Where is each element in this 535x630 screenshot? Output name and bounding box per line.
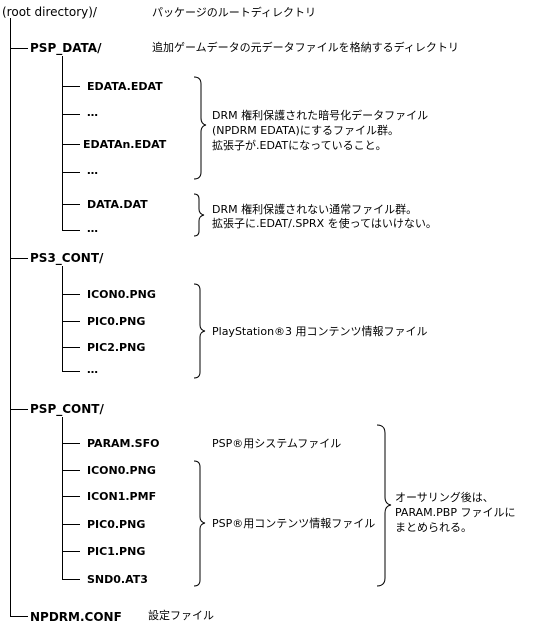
psp-content-description: PSP®用コンテンツ情報ファイル xyxy=(212,517,376,530)
file-icon0-png: ICON0.PNG xyxy=(87,464,156,477)
file-icon1-pmf: ICON1.PMF xyxy=(87,490,157,503)
file-pic2-png: PIC2.PNG xyxy=(87,341,146,354)
file-ellipsis: … xyxy=(87,164,98,177)
authoring-note-line-1: オーサリング後は、 xyxy=(395,491,494,504)
root-directory-label: (root directory)/ xyxy=(2,5,97,19)
file-snd0-at3: SND0.AT3 xyxy=(87,573,148,586)
file-pic0-png: PIC0.PNG xyxy=(87,518,146,531)
drm-encrypted-description-line-1: DRM 権利保護された暗号化データファイル xyxy=(212,109,429,122)
file-data-dat: DATA.DAT xyxy=(87,198,148,211)
npdrm-conf-file: NPDRM.CONF xyxy=(30,610,122,624)
file-ellipsis: … xyxy=(87,106,98,119)
plain-files-description-line-1: DRM 権利保護されない通常ファイル群。 xyxy=(212,203,418,216)
drm-encrypted-description-line-2: (NPDRM EDATA)にするファイル群。 xyxy=(212,124,399,137)
brace-psp-content xyxy=(193,460,206,587)
npdrm-conf-description: 設定ファイル xyxy=(148,609,214,622)
file-param-sfo: PARAM.SFO xyxy=(87,437,160,450)
file-icon0-png: ICON0.PNG xyxy=(87,288,156,301)
ps3-content-description: PlayStation®3 用コンテンツ情報ファイル xyxy=(212,325,428,338)
file-ellipsis: … xyxy=(87,363,98,376)
file-ellipsis: … xyxy=(87,222,98,235)
brace-plain-files xyxy=(193,193,205,237)
plain-files-description-line-2: 拡張子に.EDAT/.SPRX を使ってはいけない。 xyxy=(212,217,437,230)
drm-encrypted-description-line-3: 拡張子が.EDATになっていること。 xyxy=(212,139,387,152)
authoring-note-line-3: まとめられる。 xyxy=(395,521,472,534)
file-edatan: EDATAn.EDAT xyxy=(83,138,167,151)
file-pic0-png: PIC0.PNG xyxy=(87,315,146,328)
psp-data-dir: PSP_DATA/ xyxy=(30,41,102,55)
file-pic1-png: PIC1.PNG xyxy=(87,545,146,558)
psp-data-description: 追加ゲームデータの元データファイルを格納するディレクトリ xyxy=(152,41,459,54)
tree-lines xyxy=(10,18,392,617)
root-directory-description: パッケージのルートディレクトリ xyxy=(152,6,317,19)
brace-authoring xyxy=(376,424,392,587)
psp-system-file-description: PSP®用システムファイル xyxy=(212,437,342,450)
file-edata: EDATA.EDAT xyxy=(87,80,163,93)
authoring-note-line-2: PARAM.PBP ファイルに xyxy=(395,506,516,519)
brace-ps3-content xyxy=(193,283,206,379)
ps3-cont-dir: PS3_CONT/ xyxy=(30,251,104,265)
brace-encrypted-files xyxy=(193,76,207,180)
psp-cont-dir: PSP_CONT/ xyxy=(30,402,104,416)
